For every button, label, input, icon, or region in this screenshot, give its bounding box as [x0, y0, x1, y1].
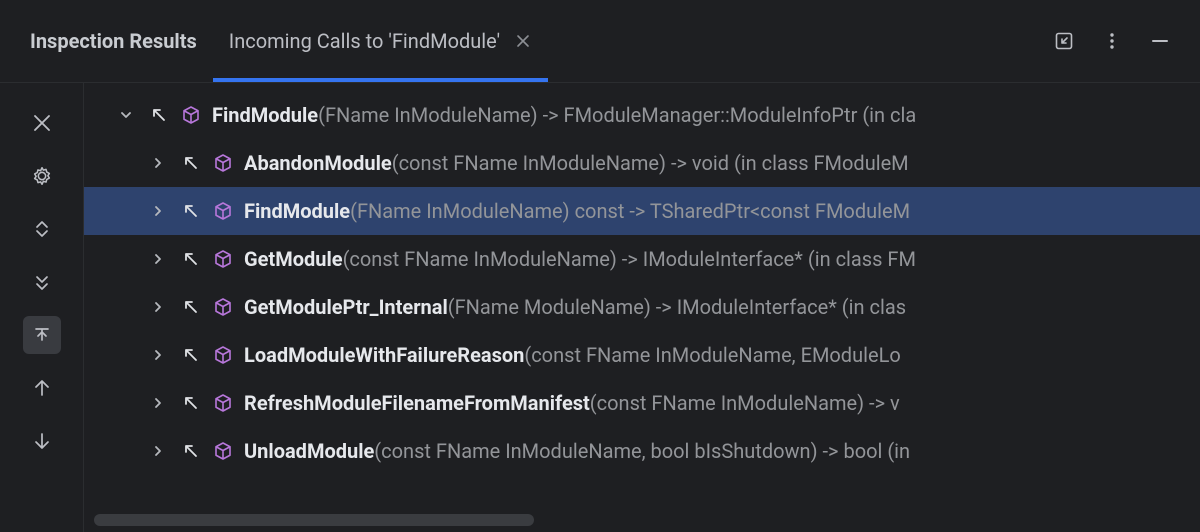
- function-signature: (const FName InModuleName) -> IModuleInt…: [343, 247, 916, 271]
- scrollbar-thumb[interactable]: [94, 514, 534, 526]
- chevron-right-icon[interactable]: [146, 391, 170, 415]
- chevron-right-icon[interactable]: [146, 439, 170, 463]
- caller-arrow-icon: [180, 296, 202, 318]
- call-label: GetModulePtr_Internal(FName ModuleName) …: [244, 295, 906, 319]
- function-name: UnloadModule: [244, 439, 374, 463]
- scroll-to-source-icon[interactable]: [23, 316, 61, 354]
- tab-label: Inspection Results: [30, 29, 197, 53]
- method-cube-icon: [212, 296, 234, 318]
- caller-arrow-icon: [180, 248, 202, 270]
- call-label: FindModule(FName InModuleName) -> FModul…: [212, 103, 916, 127]
- tree-row[interactable]: GetModulePtr_Internal(FName ModuleName) …: [84, 283, 1200, 331]
- method-cube-icon: [212, 152, 234, 174]
- function-signature: (const FName InModuleName, EModuleLo: [524, 343, 900, 367]
- function-name: RefreshModuleFilenameFromManifest: [244, 391, 590, 415]
- call-label: FindModule(FName InModuleName) const -> …: [244, 199, 910, 223]
- caller-arrow-icon: [180, 440, 202, 462]
- tree-row[interactable]: FindModule(FName InModuleName) const -> …: [84, 187, 1200, 235]
- caller-arrow-icon: [148, 104, 170, 126]
- chevron-right-icon[interactable]: [146, 151, 170, 175]
- tab-strip: Inspection Results Incoming Calls to 'Fi…: [30, 0, 1024, 82]
- collapse-all-icon[interactable]: [23, 263, 61, 301]
- tree-row[interactable]: AbandonModule(const FName InModuleName) …: [84, 139, 1200, 187]
- header-actions: [1052, 29, 1172, 53]
- close-icon[interactable]: [514, 32, 532, 50]
- caller-arrow-icon: [180, 344, 202, 366]
- close-icon[interactable]: [23, 104, 61, 142]
- method-cube-icon: [180, 104, 202, 126]
- function-signature: (const FName InModuleName, bool bIsShutd…: [374, 439, 910, 463]
- function-name: FindModule: [212, 103, 318, 127]
- caller-arrow-icon: [180, 200, 202, 222]
- main-area: FindModule(FName InModuleName) -> FModul…: [0, 83, 1200, 532]
- tree-row[interactable]: RefreshModuleFilenameFromManifest(const …: [84, 379, 1200, 427]
- chevron-down-icon[interactable]: [114, 103, 138, 127]
- function-signature: (const FName InModuleName) -> void (in c…: [392, 151, 909, 175]
- call-label: RefreshModuleFilenameFromManifest(const …: [244, 391, 900, 415]
- call-label: UnloadModule(const FName InModuleName, b…: [244, 439, 910, 463]
- more-icon[interactable]: [1100, 29, 1124, 53]
- function-name: GetModulePtr_Internal: [244, 295, 448, 319]
- tree-row[interactable]: FindModule(FName InModuleName) -> FModul…: [84, 91, 1200, 139]
- tree-row[interactable]: UnloadModule(const FName InModuleName, b…: [84, 427, 1200, 475]
- chevron-right-icon[interactable]: [146, 343, 170, 367]
- function-signature: (FName InModuleName) -> FModuleManager::…: [318, 103, 916, 127]
- method-cube-icon: [212, 200, 234, 222]
- minimize-icon[interactable]: [1148, 29, 1172, 53]
- tab-inspection-results[interactable]: Inspection Results: [30, 0, 213, 82]
- tab-incoming-calls[interactable]: Incoming Calls to 'FindModule': [213, 0, 548, 82]
- function-name: FindModule: [244, 199, 350, 223]
- call-label: AbandonModule(const FName InModuleName) …: [244, 151, 909, 175]
- expand-collapse-icon[interactable]: [23, 210, 61, 248]
- call-tree[interactable]: FindModule(FName InModuleName) -> FModul…: [84, 83, 1200, 532]
- open-in-editor-icon[interactable]: [1052, 29, 1076, 53]
- function-name: GetModule: [244, 247, 343, 271]
- panel-header: Inspection Results Incoming Calls to 'Fi…: [0, 0, 1200, 83]
- function-signature: (FName InModuleName) const -> TSharedPtr…: [350, 199, 910, 223]
- chevron-right-icon[interactable]: [146, 295, 170, 319]
- tab-label: Incoming Calls to 'FindModule': [229, 29, 500, 53]
- tree-row[interactable]: GetModule(const FName InModuleName) -> I…: [84, 235, 1200, 283]
- caller-arrow-icon: [180, 392, 202, 414]
- chevron-right-icon[interactable]: [146, 247, 170, 271]
- method-cube-icon: [212, 344, 234, 366]
- horizontal-scrollbar[interactable]: [94, 514, 1190, 526]
- call-label: LoadModuleWithFailureReason(const FName …: [244, 343, 901, 367]
- function-name: LoadModuleWithFailureReason: [244, 343, 524, 367]
- method-cube-icon: [212, 392, 234, 414]
- caller-arrow-icon: [180, 152, 202, 174]
- arrow-up-icon[interactable]: [23, 369, 61, 407]
- function-signature: (FName ModuleName) -> IModuleInterface* …: [448, 295, 906, 319]
- method-cube-icon: [212, 440, 234, 462]
- arrow-down-icon[interactable]: [23, 422, 61, 460]
- sidebar: [0, 83, 84, 532]
- method-cube-icon: [212, 248, 234, 270]
- function-name: AbandonModule: [244, 151, 392, 175]
- function-signature: (const FName InModuleName) -> v: [590, 391, 900, 415]
- chevron-right-icon[interactable]: [146, 199, 170, 223]
- gear-icon[interactable]: [23, 157, 61, 195]
- call-label: GetModule(const FName InModuleName) -> I…: [244, 247, 916, 271]
- tree-row[interactable]: LoadModuleWithFailureReason(const FName …: [84, 331, 1200, 379]
